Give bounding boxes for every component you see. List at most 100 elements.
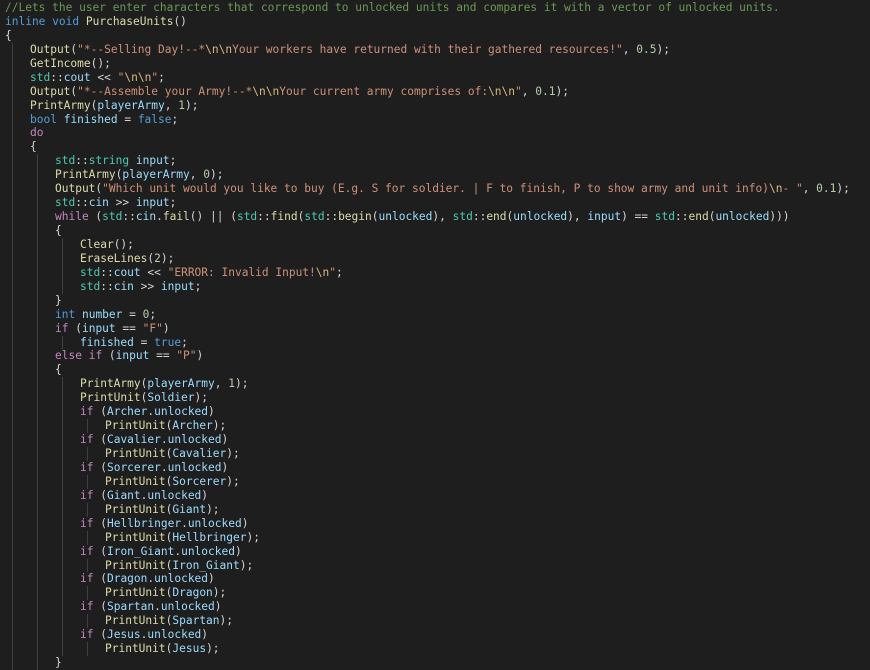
code-line-content: { [30,140,37,153]
code-line[interactable]: Output("*--Selling Day!--*\n\nYour worke… [0,42,870,57]
indent-guide [37,265,38,280]
code-token: ( [93,516,107,530]
code-token: ) == [621,210,655,224]
code-token: << [140,265,168,279]
code-line[interactable]: std::cout << "ERROR: Invalid Input!\n"; [0,265,870,280]
code-line[interactable]: { [0,29,870,43]
indent-guide [12,293,13,308]
indent-guide [37,321,38,336]
code-token: } [55,293,62,307]
code-token: . [181,516,188,530]
code-line[interactable]: PrintUnit(Dragon); [0,586,870,601]
code-line[interactable]: PrintUnit(Spartan); [0,614,870,629]
code-token: unlocked [147,488,202,502]
indent-guide [37,544,38,559]
code-token: end [486,210,507,224]
code-line[interactable]: Clear(); [0,237,870,252]
code-token: ), [432,210,453,224]
code-line[interactable]: PrintUnit(Giant); [0,502,870,517]
code-line[interactable]: PrintUnit(Archer); [0,419,870,434]
code-line[interactable]: do [0,126,870,141]
code-token: PurchaseUnits [85,14,174,28]
code-line[interactable]: Output("*--Assemble your Army!--*\n\nYou… [0,84,870,99]
code-token: playerArmy [147,377,215,391]
code-token: ( [102,349,116,363]
code-line[interactable]: std::string input; [0,154,870,169]
code-line[interactable]: else if (input == "P") [0,349,870,364]
code-token: \n\n [488,84,516,98]
code-line[interactable]: PrintUnit(Jesus); [0,642,870,657]
code-line[interactable]: std::cout << "\n\n"; [0,70,870,85]
code-token: ( [371,210,379,224]
code-line[interactable]: while (std::cin.fail() || (std::find(std… [0,210,870,224]
indent-guide [12,656,13,670]
code-line[interactable]: PrintUnit(Sorcerer); [0,474,870,489]
code-line[interactable]: if (Jesus.unlocked) [0,628,870,643]
indent-guide [12,279,13,294]
code-line[interactable]: { [0,140,870,155]
code-token: if [80,600,94,614]
code-token: PrintUnit [80,391,141,405]
code-line[interactable]: if (Iron_Giant.unlocked) [0,544,870,559]
indent-guide [12,474,13,489]
code-line-content: PrintArmy(playerArmy, 0); [55,168,223,181]
indent-guide [12,405,13,420]
code-line[interactable]: if (Dragon.unlocked) [0,572,870,587]
code-line[interactable]: PrintArmy(playerArmy, 1); [0,377,870,392]
indent-guide [12,349,13,364]
code-line[interactable]: if (Hellbringer.unlocked) [0,516,870,531]
code-line[interactable]: PrintUnit(Hellbringer); [0,530,870,545]
indent-guide [12,196,13,211]
indent-guide [62,237,63,252]
code-token: >> [133,279,161,293]
code-line[interactable]: if (Sorcerer.unlocked) [0,460,870,475]
code-line[interactable]: PrintArmy(playerArmy, 1); [0,98,870,113]
code-line[interactable]: PrintUnit(Soldier); [0,391,870,406]
code-line[interactable]: bool finished = false; [0,112,870,127]
code-line[interactable]: PrintUnit(Cavalier); [0,447,870,461]
code-line-content: if (Hellbringer.unlocked) [80,517,248,530]
indent-guide [87,419,88,434]
indent-guide [12,419,13,434]
code-line[interactable]: int number = 0; [0,307,870,322]
indent-guide [62,558,63,573]
indent-guide [12,307,13,322]
indent-guide [62,488,63,503]
code-line[interactable]: { [0,363,870,378]
code-editor[interactable]: //Lets the user enter characters that co… [0,1,870,670]
code-line[interactable]: if (input == "F") [0,321,870,336]
code-line-content: Output("*--Assemble your Army!--*\n\nYou… [30,85,569,98]
code-line[interactable]: } [0,293,870,308]
code-line[interactable]: finished = true; [0,335,870,350]
code-line[interactable]: if (Cavalier.unlocked) [0,433,870,447]
code-line[interactable]: Output("Which unit would you like to buy… [0,182,870,197]
code-line[interactable]: } [0,656,870,670]
code-token: :: [324,210,339,224]
code-line[interactable]: inline void PurchaseUnits() [0,15,870,29]
code-line[interactable]: std::cin >> input; [0,279,870,294]
code-line[interactable]: GetIncome(); [0,56,870,71]
code-line[interactable]: //Lets the user enter characters that co… [0,1,870,15]
code-token: ; [149,307,157,321]
code-token: == [149,349,177,363]
code-line[interactable]: PrintUnit(Iron_Giant); [0,558,870,573]
code-line-content: PrintUnit(Archer); [105,419,226,432]
code-line[interactable]: EraseLines(2); [0,251,870,266]
code-token: ); [234,377,249,391]
code-line[interactable]: if (Archer.unlocked) [0,405,870,420]
indent-guide [37,377,38,392]
indent-guide [12,112,13,127]
code-line[interactable]: if (Spartan.unlocked) [0,600,870,615]
code-token: ; [171,112,179,126]
code-token: ); [194,391,209,405]
indent-guide [87,586,88,601]
code-token: find [270,210,298,224]
code-line[interactable]: { [0,224,870,238]
code-line[interactable]: PrintArmy(playerArmy, 0); [0,168,870,183]
code-token: Dragon [106,572,148,586]
code-line[interactable]: if (Giant.unlocked) [0,488,870,503]
code-token: input [135,196,170,210]
indent-guide [37,614,38,629]
code-line[interactable]: std::cin >> input; [0,196,870,211]
